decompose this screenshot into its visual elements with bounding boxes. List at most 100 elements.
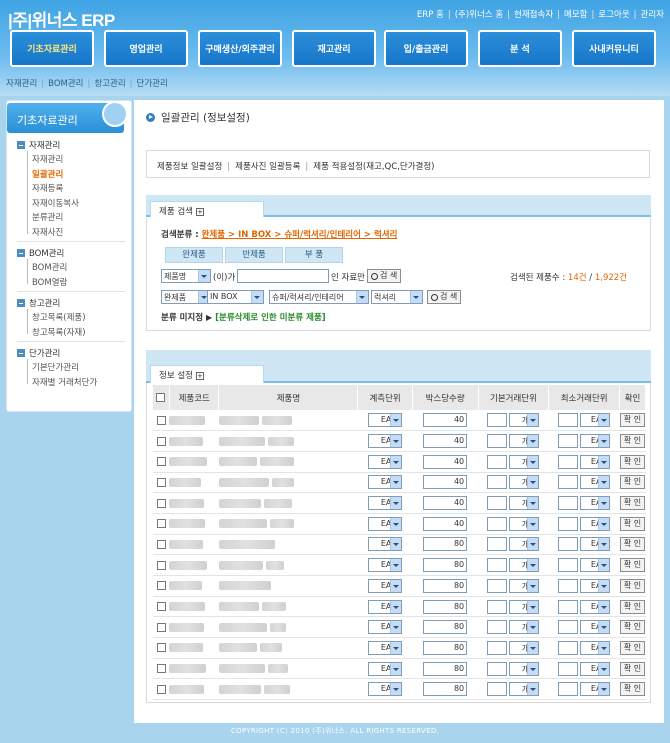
base-unit-qty-input[interactable] bbox=[487, 413, 508, 428]
row-checkbox[interactable] bbox=[156, 457, 166, 467]
nav-5[interactable]: 입/출금관리 bbox=[384, 30, 468, 67]
sidebar-category[interactable]: 자재관리 bbox=[17, 139, 60, 151]
confirm-button[interactable]: 확 인 bbox=[619, 496, 646, 511]
min-unit-select[interactable]: EA bbox=[580, 475, 611, 490]
row-checkbox[interactable] bbox=[156, 415, 166, 425]
base-unit-qty-input[interactable] bbox=[487, 578, 508, 593]
base-unit-select[interactable]: 개 bbox=[509, 599, 540, 614]
nav-6[interactable]: 분 석 bbox=[478, 30, 562, 67]
sidebar-item[interactable]: 자재이동복사 bbox=[32, 197, 79, 209]
box-qty-input[interactable]: 40 bbox=[423, 496, 468, 511]
box-qty-input[interactable]: 80 bbox=[423, 661, 468, 676]
top-link[interactable]: 현재접속자 bbox=[514, 10, 553, 20]
min-unit-qty-input[interactable] bbox=[558, 516, 579, 531]
confirm-button[interactable]: 확 인 bbox=[619, 413, 646, 428]
base-unit-qty-input[interactable] bbox=[487, 640, 508, 655]
box-qty-input[interactable]: 40 bbox=[423, 413, 468, 428]
min-unit-qty-input[interactable] bbox=[558, 413, 579, 428]
box-qty-input[interactable]: 80 bbox=[423, 599, 468, 614]
box-qty-input[interactable]: 80 bbox=[423, 682, 468, 697]
confirm-button[interactable]: 확 인 bbox=[619, 661, 646, 676]
min-unit-qty-input[interactable] bbox=[558, 454, 579, 469]
confirm-button[interactable]: 확 인 bbox=[619, 682, 646, 697]
unit-select[interactable]: EA bbox=[368, 454, 403, 469]
category-search-button[interactable]: 검 색 bbox=[427, 290, 462, 304]
sidebar-item[interactable]: 자재별 거래처단가 bbox=[32, 376, 97, 388]
subnav-link[interactable]: 창고관리 bbox=[94, 79, 125, 89]
filter-button[interactable]: 부 품 bbox=[285, 247, 343, 263]
top-link[interactable]: 메모함 bbox=[564, 10, 587, 20]
top-link[interactable]: 로그아웃 bbox=[598, 10, 629, 20]
confirm-button[interactable]: 확 인 bbox=[619, 454, 646, 469]
base-unit-qty-input[interactable] bbox=[487, 661, 508, 676]
nav-1[interactable]: 기초자료관리 bbox=[10, 30, 94, 67]
category-select[interactable]: IN BOX bbox=[207, 290, 264, 304]
unit-select[interactable]: EA bbox=[368, 578, 403, 593]
box-qty-input[interactable]: 40 bbox=[423, 454, 468, 469]
base-unit-select[interactable]: 개 bbox=[509, 496, 540, 511]
subnav-link[interactable]: 단가관리 bbox=[137, 79, 168, 89]
min-unit-qty-input[interactable] bbox=[558, 640, 579, 655]
min-unit-select[interactable]: EA bbox=[580, 620, 611, 635]
base-unit-qty-input[interactable] bbox=[487, 558, 508, 573]
box-qty-input[interactable]: 80 bbox=[423, 640, 468, 655]
base-unit-qty-input[interactable] bbox=[487, 599, 508, 614]
min-unit-select[interactable]: EA bbox=[580, 413, 611, 428]
sidebar-item[interactable]: 창고목록(제품) bbox=[32, 311, 86, 323]
unit-select[interactable]: EA bbox=[368, 620, 403, 635]
box-qty-input[interactable]: 80 bbox=[423, 537, 468, 552]
subnav-link[interactable]: 자재관리 bbox=[6, 79, 37, 89]
base-unit-select[interactable]: 개 bbox=[509, 682, 540, 697]
row-checkbox[interactable] bbox=[156, 519, 166, 529]
category-path-link[interactable]: 완제품 > IN BOX > 슈퍼/럭셔리/인테리어 > 럭셔리 bbox=[202, 230, 398, 240]
min-unit-select[interactable]: EA bbox=[580, 682, 611, 697]
confirm-button[interactable]: 확 인 bbox=[619, 516, 646, 531]
unit-select[interactable]: EA bbox=[368, 413, 403, 428]
row-checkbox[interactable] bbox=[156, 664, 166, 674]
unit-select[interactable]: EA bbox=[368, 640, 403, 655]
sidebar-item[interactable]: 자재사진 bbox=[32, 226, 63, 238]
row-checkbox[interactable] bbox=[156, 560, 166, 570]
top-link[interactable]: ERP 홈 bbox=[417, 10, 444, 20]
base-unit-qty-input[interactable] bbox=[487, 496, 508, 511]
box-qty-input[interactable]: 40 bbox=[423, 434, 468, 449]
min-unit-qty-input[interactable] bbox=[558, 475, 579, 490]
nav-3[interactable]: 구매생산/외주관리 bbox=[198, 30, 282, 67]
sidebar-item[interactable]: 기본단가관리 bbox=[32, 361, 79, 373]
base-unit-select[interactable]: 개 bbox=[509, 661, 540, 676]
base-unit-select[interactable]: 개 bbox=[509, 413, 540, 428]
confirm-button[interactable]: 확 인 bbox=[619, 578, 646, 593]
base-unit-select[interactable]: 개 bbox=[509, 640, 540, 655]
row-checkbox[interactable] bbox=[156, 539, 166, 549]
unit-select[interactable]: EA bbox=[368, 682, 403, 697]
min-unit-qty-input[interactable] bbox=[558, 558, 579, 573]
search-input[interactable] bbox=[237, 269, 329, 283]
box-qty-input[interactable]: 80 bbox=[423, 620, 468, 635]
unit-select[interactable]: EA bbox=[368, 537, 403, 552]
row-checkbox[interactable] bbox=[156, 684, 166, 694]
category-select[interactable]: 완제품 bbox=[161, 290, 211, 304]
tab-search[interactable]: 제품 검색 + bbox=[150, 201, 264, 217]
min-unit-select[interactable]: EA bbox=[580, 661, 611, 676]
nav-7[interactable]: 사내커뮤니티 bbox=[572, 30, 656, 67]
min-unit-select[interactable]: EA bbox=[580, 640, 611, 655]
submenu-link[interactable]: 제품사진 일괄등록 bbox=[235, 162, 300, 172]
min-unit-select[interactable]: EA bbox=[580, 516, 611, 531]
row-checkbox[interactable] bbox=[156, 581, 166, 591]
base-unit-qty-input[interactable] bbox=[487, 434, 508, 449]
confirm-button[interactable]: 확 인 bbox=[619, 537, 646, 552]
min-unit-select[interactable]: EA bbox=[580, 434, 611, 449]
base-unit-qty-input[interactable] bbox=[487, 682, 508, 697]
sidebar-item[interactable]: 자재관리 bbox=[32, 153, 63, 165]
confirm-button[interactable]: 확 인 bbox=[619, 599, 646, 614]
confirm-button[interactable]: 확 인 bbox=[619, 434, 646, 449]
unit-select[interactable]: EA bbox=[368, 661, 403, 676]
sidebar-item[interactable]: 자재등록 bbox=[32, 182, 63, 194]
filter-button[interactable]: 완제품 bbox=[165, 247, 223, 263]
sidebar-item[interactable]: BOM관리 bbox=[32, 261, 67, 273]
sidebar-item[interactable]: 일괄관리 bbox=[32, 168, 63, 180]
row-checkbox[interactable] bbox=[156, 643, 166, 653]
min-unit-select[interactable]: EA bbox=[580, 599, 611, 614]
base-unit-select[interactable]: 개 bbox=[509, 454, 540, 469]
base-unit-select[interactable]: 개 bbox=[509, 516, 540, 531]
